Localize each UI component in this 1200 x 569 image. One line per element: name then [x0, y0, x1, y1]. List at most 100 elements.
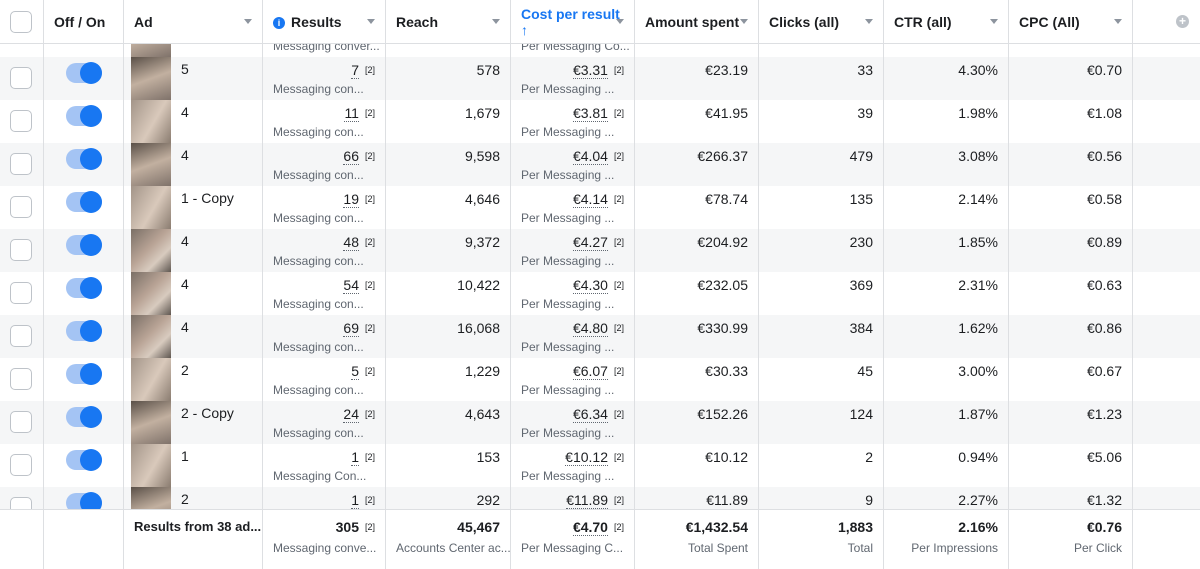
ad-name[interactable]: 1 - Copy	[181, 190, 234, 206]
ad-status-toggle[interactable]	[66, 191, 102, 213]
header-clicks[interactable]: Clicks (all)	[759, 0, 884, 43]
row-checkbox[interactable]	[10, 67, 32, 89]
table-row[interactable]: 5 7 [2] Messaging con... 578 €3.31 [2] Per Mess…	[0, 57, 1200, 100]
ad-name[interactable]: 2 - Copy	[181, 405, 234, 421]
table-row[interactable]: 1 - Copy 19 [2] Messaging con... 4,646 €4.14[…	[0, 186, 1200, 229]
chevron-down-icon[interactable]	[367, 19, 375, 24]
header-cost-per-result[interactable]: Cost per result ↑	[511, 0, 635, 43]
header-cpc[interactable]: CPC (All)	[1009, 0, 1133, 43]
results-value[interactable]: 1 [2]	[351, 492, 375, 509]
table-row[interactable]: 2 5 [2] Messaging con... 1,229 €6.07 [2] Per Me…	[0, 358, 1200, 401]
row-checkbox[interactable]	[10, 368, 32, 390]
results-value[interactable]: 66 [2]	[343, 148, 375, 165]
ad-status-toggle[interactable]	[66, 234, 102, 256]
ad-cell[interactable]: 1 - Copy	[124, 186, 263, 229]
ad-name[interactable]: 4	[181, 147, 189, 163]
ad-thumbnail[interactable]	[131, 186, 171, 229]
chevron-down-icon[interactable]	[990, 19, 998, 24]
ad-status-toggle[interactable]	[66, 148, 102, 170]
ad-name[interactable]: 4	[181, 319, 189, 335]
header-reach[interactable]: Reach	[386, 0, 511, 43]
results-value[interactable]: 54 [2]	[343, 277, 375, 294]
results-value[interactable]: 1 [2]	[351, 449, 375, 466]
summary-cost[interactable]: €4.70 [2]	[572, 519, 624, 536]
ad-thumbnail[interactable]	[131, 100, 171, 143]
ad-name[interactable]: 4	[181, 233, 189, 249]
header-ctr[interactable]: CTR (all)	[884, 0, 1009, 43]
cost-value[interactable]: €6.34 [2]	[572, 406, 624, 423]
row-checkbox[interactable]	[10, 282, 32, 304]
ad-cell[interactable]: 5	[124, 57, 263, 100]
table-row[interactable]: 1 1 [2] Messaging Con... 153 €10.12 [2] Per Mes…	[0, 444, 1200, 487]
ad-name[interactable]: 4	[181, 104, 189, 120]
header-results[interactable]: i Results	[263, 0, 386, 43]
info-icon[interactable]: i	[273, 17, 285, 29]
ad-cell[interactable]: 4	[124, 229, 263, 272]
cost-value[interactable]: €10.12 [2]	[565, 449, 624, 466]
ad-thumbnail[interactable]	[131, 57, 171, 100]
select-all-checkbox[interactable]	[10, 11, 32, 33]
ad-name[interactable]: 2	[181, 491, 189, 507]
header-ad[interactable]: Ad	[124, 0, 263, 43]
ad-cell[interactable]: 2 - Copy	[124, 401, 263, 444]
results-value[interactable]: 48 [2]	[343, 234, 375, 251]
table-row[interactable]: 4 11 [2] Messaging con... 1,679 €3.81 [2] Per M…	[0, 100, 1200, 143]
ad-thumbnail[interactable]	[131, 143, 171, 186]
row-checkbox[interactable]	[10, 110, 32, 132]
ad-status-toggle[interactable]	[66, 320, 102, 342]
ad-thumbnail[interactable]	[131, 358, 171, 401]
ad-name[interactable]: 1	[181, 448, 189, 464]
ad-cell[interactable]: 4	[124, 315, 263, 358]
table-row[interactable]: 4 48 [2] Messaging con... 9,372 €4.27 [2] Per M…	[0, 229, 1200, 272]
results-value[interactable]: 7 [2]	[351, 62, 375, 79]
row-checkbox[interactable]	[10, 153, 32, 175]
ad-thumbnail[interactable]	[131, 401, 171, 444]
results-value[interactable]: 69 [2]	[343, 320, 375, 337]
cost-value[interactable]: €11.89 [2]	[566, 492, 624, 509]
cost-value[interactable]: €6.07 [2]	[572, 363, 624, 380]
cost-value[interactable]: €4.04 [2]	[572, 148, 624, 165]
cost-value[interactable]: €4.27 [2]	[572, 234, 624, 251]
table-row[interactable]: 4 54 [2] Messaging con... 10,422 €4.30 [2] Per …	[0, 272, 1200, 315]
results-value[interactable]: 5 [2]	[351, 363, 375, 380]
ad-status-toggle[interactable]	[66, 62, 102, 84]
row-checkbox[interactable]	[10, 239, 32, 261]
ad-cell[interactable]: 4	[124, 100, 263, 143]
row-checkbox[interactable]	[10, 454, 32, 476]
ad-status-toggle[interactable]	[66, 277, 102, 299]
cost-value[interactable]: €4.80 [2]	[572, 320, 624, 337]
ad-name[interactable]: 2	[181, 362, 189, 378]
cost-value[interactable]: €4.14 [2]	[572, 191, 624, 208]
arrow-up-icon[interactable]: ↑	[521, 22, 528, 38]
row-checkbox[interactable]	[10, 196, 32, 218]
chevron-down-icon[interactable]	[244, 19, 252, 24]
ad-cell[interactable]: 4	[124, 143, 263, 186]
ad-status-toggle[interactable]	[66, 449, 102, 471]
ad-cell[interactable]: 4	[124, 272, 263, 315]
table-row[interactable]: 4 66 [2] Messaging con... 9,598 €4.04 [2] Per M…	[0, 143, 1200, 186]
plus-circle-icon[interactable]: +	[1176, 15, 1189, 28]
ad-name[interactable]: 4	[181, 276, 189, 292]
ad-thumbnail[interactable]	[131, 444, 171, 487]
ad-cell[interactable]: 2	[124, 358, 263, 401]
row-checkbox[interactable]	[10, 411, 32, 433]
table-row[interactable]: 2 - Copy 24 [2] Messaging con... 4,643 €6.34[…	[0, 401, 1200, 444]
ad-thumbnail[interactable]	[131, 229, 171, 272]
row-checkbox[interactable]	[10, 325, 32, 347]
ad-thumbnail[interactable]	[131, 272, 171, 315]
cost-value[interactable]: €4.30 [2]	[572, 277, 624, 294]
results-value[interactable]: 24 [2]	[343, 406, 375, 423]
cost-value[interactable]: €3.31 [2]	[572, 62, 624, 79]
table-row[interactable]: 4 69 [2] Messaging con... 16,068 €4.80 [2] Per …	[0, 315, 1200, 358]
ad-name[interactable]: 5	[181, 61, 189, 77]
ad-status-toggle[interactable]	[66, 406, 102, 428]
results-value[interactable]: 19 [2]	[343, 191, 375, 208]
ad-cell[interactable]: 1	[124, 444, 263, 487]
cost-value[interactable]: €3.81 [2]	[572, 105, 624, 122]
results-value[interactable]: 11 [2]	[344, 105, 375, 122]
header-amount-spent[interactable]: Amount spent	[635, 0, 759, 43]
chevron-down-icon[interactable]	[865, 19, 873, 24]
ad-thumbnail[interactable]	[131, 315, 171, 358]
chevron-down-icon[interactable]	[1114, 19, 1122, 24]
ad-thumbnail[interactable]	[131, 44, 171, 57]
